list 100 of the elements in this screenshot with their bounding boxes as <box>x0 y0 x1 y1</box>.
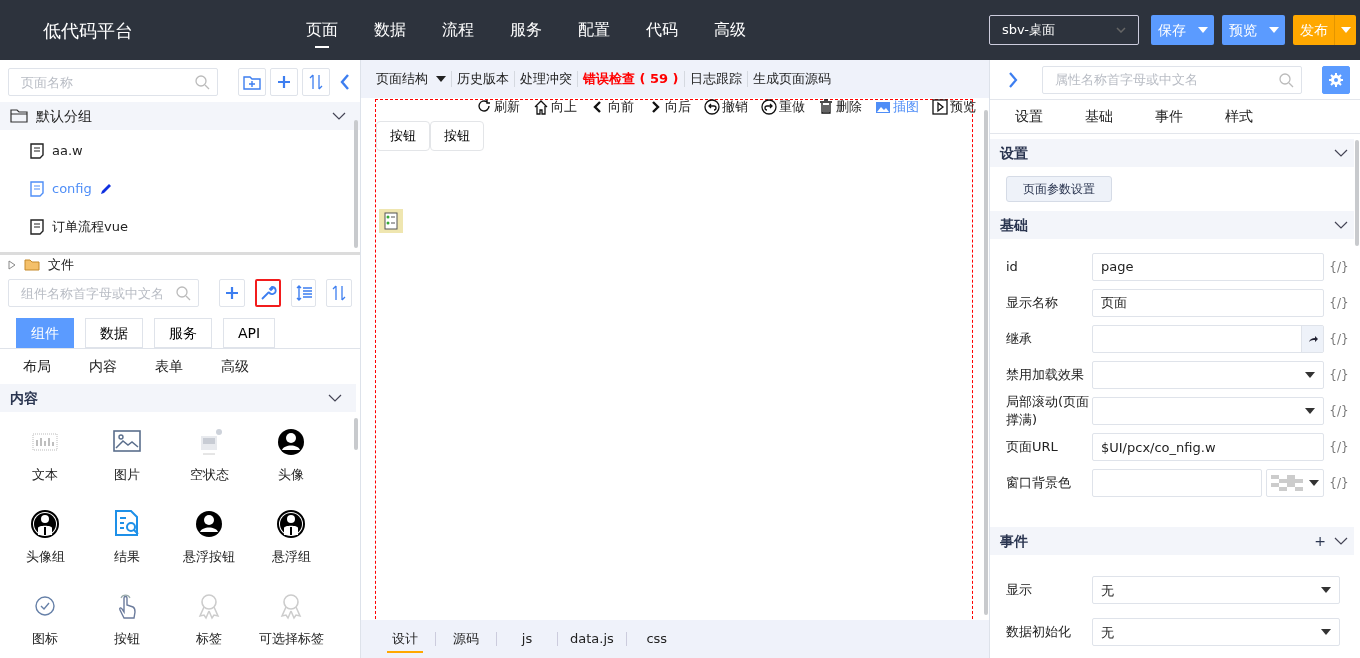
settings-button[interactable]: 页面参数设置 <box>1006 176 1112 202</box>
caret-down-icon <box>1309 480 1319 487</box>
device-select[interactable]: sbv-桌面 <box>989 15 1139 45</box>
add-button[interactable]: + <box>1314 530 1326 552</box>
component-item[interactable]: 文本 <box>4 416 86 498</box>
component-item[interactable]: 空状态 <box>168 416 250 498</box>
input-field[interactable] <box>1092 469 1262 498</box>
scrollbar[interactable] <box>354 418 358 450</box>
component-item[interactable]: 图标 <box>4 580 86 658</box>
image-icon <box>875 99 891 115</box>
toolbar-link[interactable]: 生成页面源码 <box>752 69 831 89</box>
picker-button[interactable] <box>1301 326 1323 352</box>
tab[interactable]: 基础 <box>1064 106 1134 127</box>
page-item[interactable]: aa.w <box>0 132 360 170</box>
component-item[interactable]: 头像组 <box>4 498 86 580</box>
tab[interactable]: 设计 <box>375 620 435 658</box>
toolbar-button[interactable] <box>254 279 281 307</box>
toolbar-action[interactable]: 预览 <box>932 99 976 115</box>
folder-icon <box>10 109 28 123</box>
search-field[interactable]: 组件名称首字母或中文名 <box>8 279 200 307</box>
caret-down-icon <box>1321 587 1331 594</box>
toolbar-link[interactable]: 错误检查 ( 59 ) <box>583 69 679 89</box>
document-icon <box>30 181 44 197</box>
binding-toggle[interactable]: {/} <box>1324 474 1354 493</box>
tab[interactable]: API <box>223 318 276 348</box>
tab[interactable]: 服务 <box>154 318 212 348</box>
folder-row[interactable]: 文件 <box>0 255 360 275</box>
section-header[interactable]: 设置 <box>990 139 1354 167</box>
component-item[interactable]: 结果 <box>86 498 168 580</box>
tab[interactable]: js <box>497 620 557 658</box>
caret-down-icon <box>1305 408 1315 415</box>
binding-toggle[interactable]: {/} <box>1324 402 1354 421</box>
page-item[interactable]: 订单流程vue <box>0 208 360 246</box>
input-field[interactable] <box>1092 325 1324 353</box>
binding-toggle[interactable]: {/} <box>1324 294 1354 312</box>
component-item[interactable]: 按钮 <box>86 580 168 658</box>
category-tab[interactable]: 高级 <box>202 356 268 377</box>
tab[interactable]: 事件 <box>1134 106 1204 127</box>
component-item[interactable]: 标签 <box>168 580 250 658</box>
toolbar-link[interactable]: 日志跟踪 <box>689 69 742 89</box>
binding-toggle[interactable]: {/} <box>1324 258 1354 276</box>
binding-toggle[interactable]: {/} <box>1324 438 1354 457</box>
category-tab[interactable]: 内容 <box>70 356 136 377</box>
input-field[interactable]: $UI/pcx/co_nfig.w <box>1092 433 1324 462</box>
section-header[interactable]: 事件 + <box>990 527 1354 556</box>
toolbar-action[interactable]: 刷新 <box>476 99 520 115</box>
search-field[interactable]: 页面名称 <box>8 68 218 96</box>
nav-tab[interactable]: 流程 <box>424 0 492 60</box>
toolbar-action[interactable]: 向前 <box>590 99 634 115</box>
scrollbar[interactable] <box>354 120 358 248</box>
input-field[interactable]: 页面 <box>1092 289 1324 317</box>
nav-tab[interactable]: 代码 <box>628 0 696 60</box>
tab[interactable]: css <box>626 620 687 658</box>
search-field[interactable]: 属性名称首字母或中文名 <box>1042 65 1302 94</box>
toolbar-action[interactable]: 撤销 <box>704 99 748 115</box>
select-field[interactable]: 无 <box>1092 618 1340 647</box>
tab[interactable]: 数据 <box>85 318 143 348</box>
home-icon <box>533 99 549 115</box>
select-field[interactable]: 无 <box>1092 576 1340 605</box>
component-item[interactable]: 图片 <box>86 416 168 498</box>
component-item[interactable]: 头像 <box>250 416 332 498</box>
tab[interactable]: data.js <box>558 620 626 658</box>
nav-tab[interactable]: 配置 <box>560 0 628 60</box>
group-header[interactable]: 默认分组 <box>0 102 360 130</box>
component-item[interactable]: 可选择标签 <box>250 580 332 658</box>
plus-icon <box>223 284 241 302</box>
tab[interactable]: 源码 <box>436 620 496 658</box>
component-item[interactable]: 悬浮组 <box>250 498 332 580</box>
category-tab[interactable]: 表单 <box>136 356 202 377</box>
toolbar-link[interactable]: 页面结构 <box>376 69 446 89</box>
canvas-button[interactable]: 按钮 <box>376 121 430 151</box>
color-picker[interactable] <box>1266 469 1324 498</box>
nav-tab[interactable]: 高级 <box>696 0 764 60</box>
section-header[interactable]: 内容 <box>0 384 356 412</box>
field-label: 局部滚动(页面撑满) <box>1006 393 1091 430</box>
nav-tab[interactable]: 服务 <box>492 0 560 60</box>
tab[interactable]: 样式 <box>1204 106 1274 127</box>
toolbar-action[interactable]: 向后 <box>647 99 691 115</box>
canvas-button[interactable]: 按钮 <box>430 121 484 151</box>
tab[interactable]: 设置 <box>994 106 1064 127</box>
scrollbar[interactable] <box>984 110 988 615</box>
folder-add-icon <box>243 73 261 91</box>
binding-toggle[interactable]: {/} <box>1324 366 1354 384</box>
component-item[interactable]: 悬浮按钮 <box>168 498 250 580</box>
settings-button[interactable] <box>1322 65 1350 94</box>
category-tab[interactable]: 布局 <box>4 356 70 377</box>
section-header[interactable]: 基础 <box>990 211 1354 239</box>
input-field[interactable]: page <box>1092 253 1324 281</box>
toolbar-link[interactable]: 处理冲突 <box>520 69 572 89</box>
binding-toggle[interactable]: {/} <box>1324 330 1354 348</box>
toolbar-action[interactable]: 向上 <box>533 99 577 115</box>
toolbar-link[interactable]: 历史版本 <box>457 69 509 89</box>
toolbar-action[interactable]: 删除 <box>818 99 862 115</box>
nav-tab[interactable]: 页面 <box>288 0 356 60</box>
select-field[interactable] <box>1092 361 1324 389</box>
scrollbar[interactable] <box>1355 140 1359 246</box>
play-box-icon <box>932 99 948 115</box>
select-field[interactable] <box>1092 397 1324 426</box>
nav-tab[interactable]: 数据 <box>356 0 424 60</box>
toolbar-action[interactable]: 重做 <box>761 99 805 115</box>
